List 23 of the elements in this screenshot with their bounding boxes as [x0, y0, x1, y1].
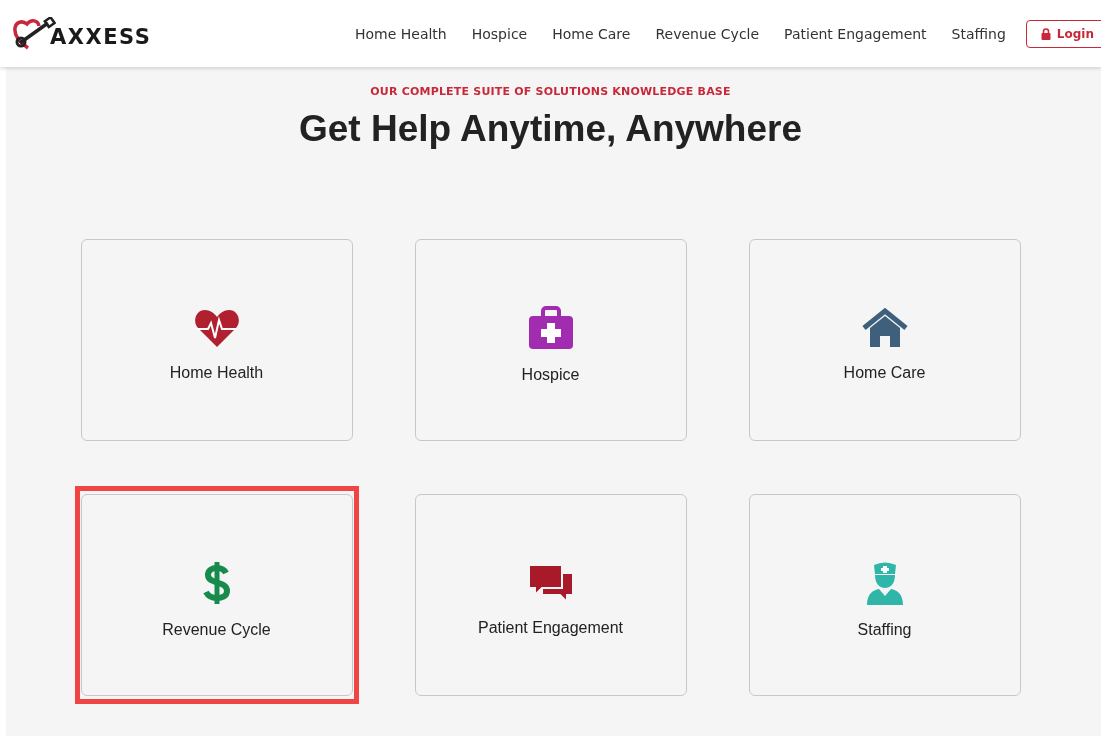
chat-bubbles-icon	[527, 563, 574, 603]
house-icon	[861, 308, 908, 348]
page-title: Get Help Anytime, Anywhere	[298, 108, 802, 150]
nav-link[interactable]: Staffing	[951, 25, 1006, 42]
product-card[interactable]: Staffing	[748, 494, 1021, 696]
nav-link[interactable]: Revenue Cycle	[655, 25, 760, 42]
product-card[interactable]: Home Health	[80, 239, 353, 441]
product-card[interactable]: Home Care	[748, 239, 1021, 441]
logo-text[interactable]: AXXESS	[50, 24, 152, 49]
product-card[interactable]: Revenue Cycle	[80, 494, 353, 696]
product-card[interactable]: Patient Engagement	[414, 494, 687, 696]
nav-link[interactable]: Patient Engagement	[784, 25, 927, 42]
nav-link[interactable]: Home Care	[552, 25, 631, 42]
login-button[interactable]: Login	[1025, 19, 1101, 48]
heartbeat-icon	[193, 308, 240, 348]
dollar-icon	[201, 561, 232, 605]
nav-link[interactable]: Hospice	[471, 25, 528, 42]
lock-icon	[1040, 27, 1051, 40]
section-eyebrow: OUR COMPLETE SUITE OF SOLUTIONS KNOWLEDGE BASE	[370, 85, 731, 98]
nav-link[interactable]: Home Health	[354, 25, 447, 42]
product-card[interactable]: Hospice	[414, 239, 687, 441]
nurse-icon	[864, 561, 905, 605]
medical-kit-icon	[527, 306, 574, 350]
